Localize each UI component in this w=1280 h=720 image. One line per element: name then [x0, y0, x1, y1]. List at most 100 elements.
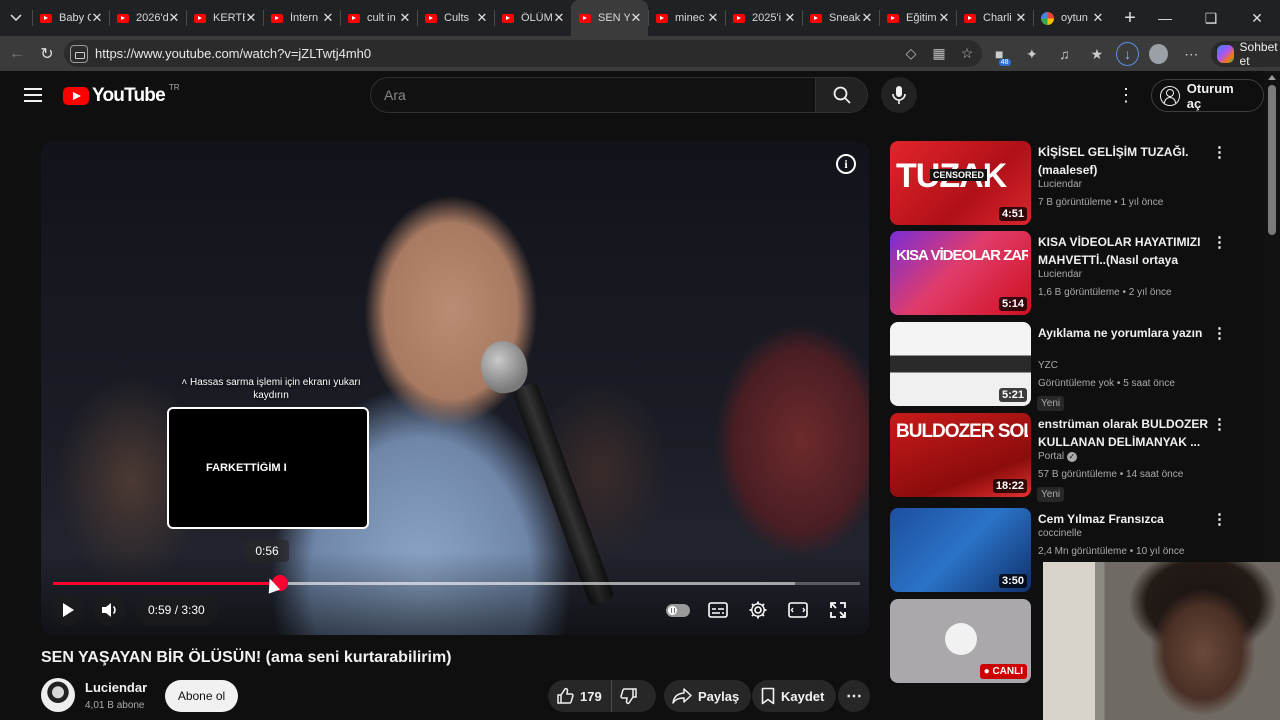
copilot-button[interactable]: Sohbet et	[1210, 40, 1280, 68]
settings-more-icon[interactable]: ⋯	[1178, 41, 1205, 67]
subtitles-button[interactable]	[704, 596, 732, 624]
browser-tab[interactable]: Charli ✕	[956, 0, 1033, 36]
browser-tab[interactable]: minec ✕	[648, 0, 725, 36]
recommended-video[interactable]: 5:21 Ayıklama ne yorumlara yazın YZC Görünt…	[890, 322, 1250, 411]
search-button[interactable]	[816, 77, 868, 113]
browser-tab[interactable]: Baby C✕	[32, 0, 109, 36]
more-actions-button[interactable]: ⋯	[838, 680, 870, 712]
progress-bar[interactable]	[53, 582, 860, 585]
tab-actions-menu[interactable]	[0, 0, 32, 36]
share-button[interactable]: Paylaş	[664, 680, 752, 712]
site-info-icon[interactable]	[70, 44, 88, 63]
recommended-meta: 1,6 B görüntüleme • 2 yıl önce	[1038, 287, 1172, 298]
recommended-video-title[interactable]: Cem Yılmaz Fransızca	[1038, 510, 1210, 528]
close-tab-icon[interactable]: ✕	[1092, 10, 1104, 26]
fullscreen-button[interactable]	[824, 596, 852, 624]
more-vert-icon[interactable]: ⋮	[1212, 233, 1227, 253]
like-button[interactable]: 179	[548, 680, 612, 712]
close-tab-icon[interactable]: ✕	[630, 10, 642, 26]
more-vert-icon[interactable]: ⋮	[1212, 143, 1227, 163]
close-window-button[interactable]: ✕	[1234, 0, 1280, 36]
autoplay-toggle[interactable]	[664, 596, 692, 624]
address-bar[interactable]: https://www.youtube.com/watch?v=jZLTwtj4…	[64, 40, 982, 67]
play-button[interactable]	[52, 594, 84, 626]
close-tab-icon[interactable]: ✕	[938, 10, 950, 26]
video-thumbnail[interactable]: BULDOZER SOLO 18:22	[890, 413, 1031, 497]
tab-title: KERTB	[213, 12, 245, 24]
browser-tab[interactable]: ÖLÜM ✕	[494, 0, 571, 36]
music-icon[interactable]: ♫	[1051, 41, 1078, 67]
youtube-logo[interactable]: YouTube TR	[63, 83, 180, 107]
minimize-button[interactable]: —	[1142, 0, 1188, 36]
recommended-channel: YZC	[1038, 360, 1058, 371]
video-thumbnail[interactable]: KISA VİDEOLAR ZARARLI 5:14	[890, 231, 1031, 315]
new-badge: Yeni	[1037, 487, 1065, 502]
back-button[interactable]: ←	[2, 39, 32, 69]
close-tab-icon[interactable]: ✕	[399, 10, 411, 26]
subscribe-button[interactable]: Abone ol	[165, 680, 238, 712]
profile-avatar[interactable]	[1149, 44, 1169, 64]
close-tab-icon[interactable]: ✕	[245, 10, 257, 26]
more-vert-icon[interactable]: ⋮	[1212, 324, 1227, 344]
channel-avatar[interactable]	[41, 678, 75, 712]
recommended-video-title[interactable]: KİŞİSEL GELİŞİM TUZAĞI. (maalesef)	[1038, 143, 1210, 179]
app-available-icon[interactable]: ▦	[930, 43, 948, 63]
browser-tab[interactable]: Sneak ✕	[802, 0, 879, 36]
menu-icon[interactable]	[24, 88, 42, 102]
recommended-video[interactable]: TUZAKCENSORED4:51KİŞİSEL GELİŞİM TUZAĞI.…	[890, 141, 1250, 225]
scrollbar-thumb[interactable]	[1268, 85, 1276, 235]
more-vert-icon[interactable]: ⋮	[1212, 510, 1227, 530]
browser-tab[interactable]: KERTB✕	[186, 0, 263, 36]
browser-tab[interactable]: 2025'i ✕	[725, 0, 802, 36]
info-icon[interactable]: i	[836, 154, 856, 174]
extension-icon[interactable]: ■	[986, 41, 1013, 67]
more-vert-icon[interactable]: ⋮	[1212, 415, 1227, 435]
browser-tab[interactable]: 2026'd ✕	[109, 0, 186, 36]
recommended-video-title[interactable]: Ayıklama ne yorumlara yazın	[1038, 324, 1210, 342]
settings-button[interactable]	[744, 596, 772, 624]
browser-tab[interactable]: Eğitim ✕	[879, 0, 956, 36]
close-tab-icon[interactable]: ✕	[553, 10, 565, 26]
extensions-puzzle-icon[interactable]: ✦	[1019, 41, 1046, 67]
close-tab-icon[interactable]: ✕	[322, 10, 334, 26]
scroll-up-arrow-icon[interactable]	[1268, 75, 1276, 80]
mute-button[interactable]	[94, 594, 126, 626]
favorites-icon[interactable]: ★	[1084, 41, 1111, 67]
video-player[interactable]: i ˄ Hassas sarma işlemi için ekranı yuka…	[41, 141, 869, 635]
translate-icon[interactable]: ◇	[902, 43, 920, 63]
maximize-button[interactable]: ❑	[1188, 0, 1234, 36]
recommended-video[interactable]: KISA VİDEOLAR ZARARLI 5:14 KISA VİDEOLAR H…	[890, 231, 1250, 315]
recommended-video[interactable]: BULDOZER SOLO 18:22 enstrüman olarak BULDO…	[890, 413, 1250, 502]
close-tab-icon[interactable]: ✕	[476, 10, 488, 26]
close-tab-icon[interactable]: ✕	[784, 10, 796, 26]
recommended-channel: Portal ✓	[1038, 451, 1077, 462]
close-tab-icon[interactable]: ✕	[707, 10, 719, 26]
close-tab-icon[interactable]: ✕	[1015, 10, 1027, 26]
browser-tab[interactable]: cult in ✕	[340, 0, 417, 36]
reload-button[interactable]: ↻	[32, 39, 62, 69]
video-thumbnail[interactable]: 3:50	[890, 508, 1031, 592]
downloads-icon[interactable]: ↓	[1116, 42, 1140, 66]
channel-name[interactable]: Luciendar	[85, 680, 147, 695]
video-thumbnail[interactable]: TUZAKCENSORED4:51	[890, 141, 1031, 225]
close-tab-icon[interactable]: ✕	[168, 10, 180, 26]
dislike-button[interactable]	[612, 680, 647, 712]
browser-tab[interactable]: İntern ✕	[263, 0, 340, 36]
close-tab-icon[interactable]: ✕	[861, 10, 873, 26]
address-url[interactable]: https://www.youtube.com/watch?v=jZLTwtj4…	[95, 46, 371, 61]
theater-mode-button[interactable]	[784, 596, 812, 624]
close-tab-icon[interactable]: ✕	[91, 10, 103, 26]
favorite-star-icon[interactable]: ☆	[958, 43, 976, 63]
voice-search-button[interactable]	[881, 77, 917, 113]
sign-in-button[interactable]: Oturum aç	[1151, 79, 1264, 112]
recommended-video-title[interactable]: KISA VİDEOLAR HAYATIMIZI MAHVETTİ..(Nası…	[1038, 233, 1210, 271]
video-thumbnail[interactable]: 5:21	[890, 322, 1031, 406]
settings-kebab-icon[interactable]: ⋮	[1114, 83, 1138, 107]
recommended-video-title[interactable]: enstrüman olarak BULDOZER KULLANAN DELİM…	[1038, 415, 1210, 451]
video-thumbnail[interactable]: ● CANLI	[890, 599, 1031, 683]
save-button[interactable]: Kaydet	[752, 680, 837, 712]
browser-tab[interactable]: Cults ✕	[417, 0, 494, 36]
browser-tab[interactable]: SEN Y ✕	[571, 0, 648, 36]
search-input[interactable]	[384, 87, 815, 103]
browser-tab[interactable]: oytun ✕	[1033, 0, 1110, 36]
